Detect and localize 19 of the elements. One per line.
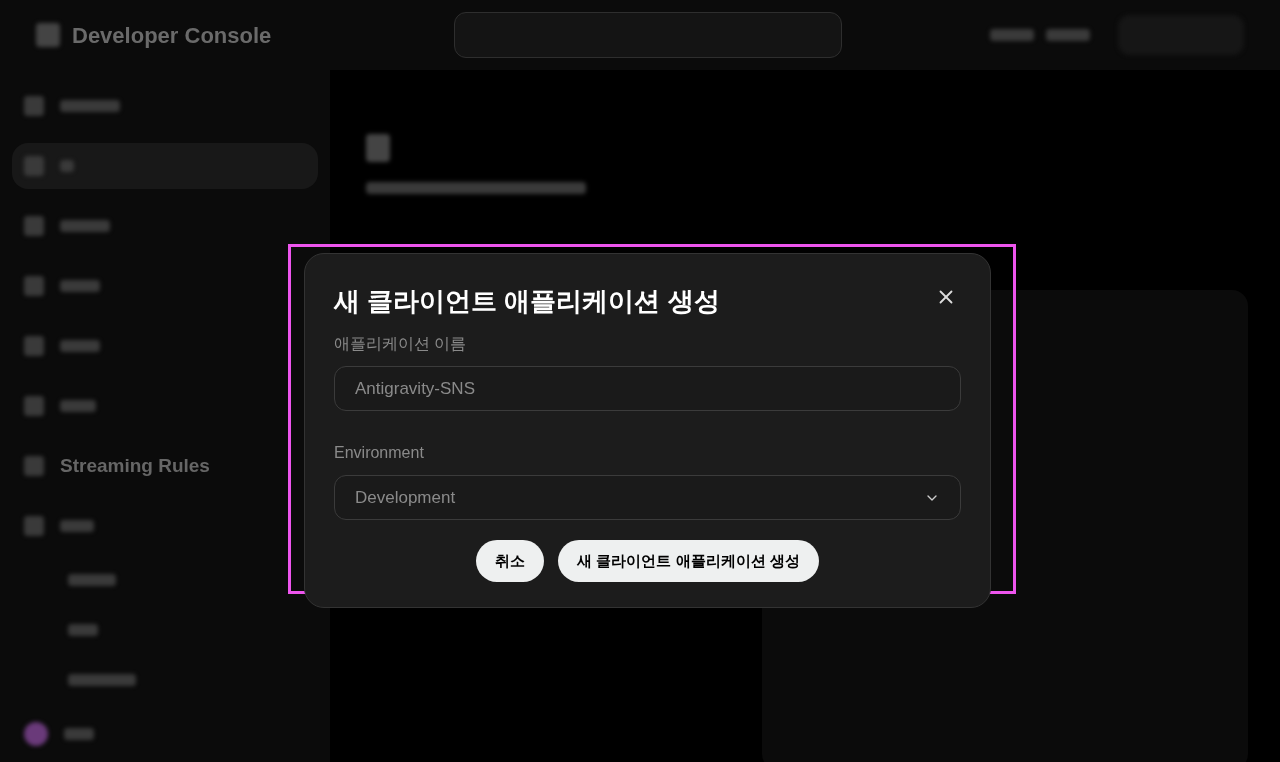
- menu-icon: [24, 336, 44, 356]
- menu-icon: [24, 456, 44, 476]
- brand-title: Developer Console: [72, 21, 273, 50]
- dialog-title: 새 클라이언트 애플리케이션 생성: [334, 285, 720, 318]
- create-button[interactable]: 새 클라이언트 애플리케이션 생성: [558, 540, 819, 582]
- menu-icon: [24, 516, 44, 536]
- avatar-icon: [24, 722, 48, 746]
- menu-icon: [24, 216, 44, 236]
- cancel-button[interactable]: 취소: [476, 540, 545, 582]
- logo-icon: [36, 23, 60, 47]
- field-label: 애플리케이션 이름: [334, 334, 468, 354]
- select-field[interactable]: Development: [334, 475, 961, 520]
- input-field[interactable]: Antigravity-SNS: [334, 366, 961, 411]
- field-label: Environment: [334, 443, 425, 463]
- menu-icon: [24, 396, 44, 416]
- sidebar-item: Streaming Rules: [60, 453, 210, 478]
- menu-icon: [24, 156, 44, 176]
- menu-icon: [24, 276, 44, 296]
- menu-icon: [24, 96, 44, 116]
